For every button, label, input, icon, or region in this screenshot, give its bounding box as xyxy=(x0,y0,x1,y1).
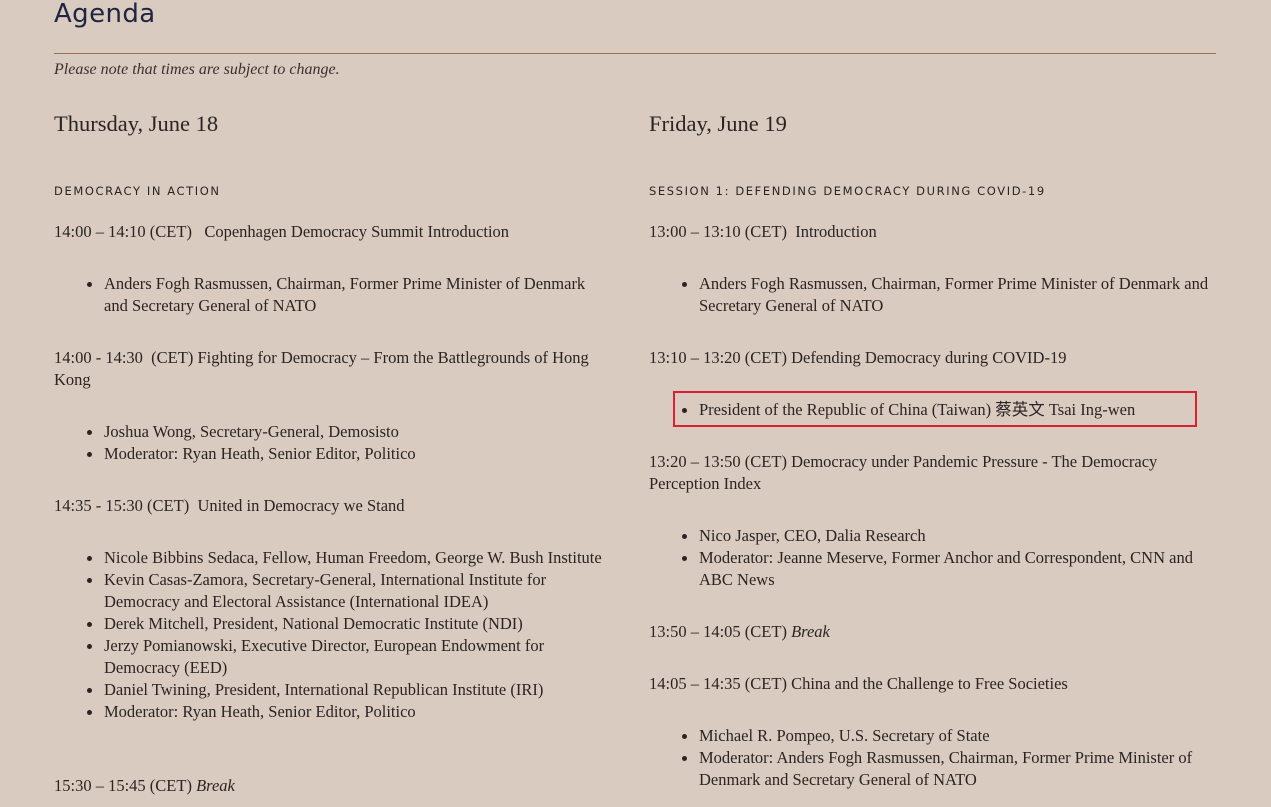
slot-time: 14:00 – 14:10 (CET) xyxy=(54,222,192,241)
slot-time: 13:20 – 13:50 (CET) xyxy=(649,452,787,471)
speaker-item: Joshua Wong, Secretary-General, Demosist… xyxy=(87,421,609,443)
speaker-list: Nico Jasper, CEO, Dalia Research Moderat… xyxy=(682,525,1221,591)
speaker-list: President of the Republic of China (Taiw… xyxy=(682,399,1221,421)
speaker-item: Moderator: Ryan Heath, Senior Editor, Po… xyxy=(87,701,609,723)
speaker-item: Daniel Twining, President, International… xyxy=(87,679,609,701)
slot-heading: 14:00 – 14:10 (CET) Copenhagen Democracy… xyxy=(54,221,609,243)
speaker-list: Joshua Wong, Secretary-General, Demosist… xyxy=(87,421,609,465)
slot-title: Break xyxy=(791,622,830,641)
session-title: SESSION 1: DEFENDING DEMOCRACY DURING CO… xyxy=(649,184,1046,198)
slot-title: Break xyxy=(196,776,235,795)
slot-heading: 13:00 – 13:10 (CET) Introduction xyxy=(649,221,1221,243)
speaker-item: Michael R. Pompeo, U.S. Secretary of Sta… xyxy=(682,725,1221,747)
slot-title: United in Democracy we Stand xyxy=(197,496,405,515)
speaker-item: Derek Mitchell, President, National Demo… xyxy=(87,613,609,635)
speaker-item: Kevin Casas-Zamora, Secretary-General, I… xyxy=(87,569,609,613)
slot-heading: 14:05 – 14:35 (CET) China and the Challe… xyxy=(649,673,1221,695)
agenda-slot: 14:00 – 14:10 (CET) Copenhagen Democracy… xyxy=(54,221,609,315)
agenda-slot: 13:10 – 13:20 (CET) Defending Democracy … xyxy=(649,347,1221,419)
speaker-item: Moderator: Jeanne Meserve, Former Anchor… xyxy=(682,547,1221,591)
slot-time: 13:50 – 14:05 (CET) xyxy=(649,622,787,641)
schedule-note: Please note that times are subject to ch… xyxy=(54,61,340,78)
slot-heading: 13:20 – 13:50 (CET) Democracy under Pand… xyxy=(649,451,1221,495)
speaker-list: Anders Fogh Rasmussen, Chairman, Former … xyxy=(87,273,609,317)
speaker-list: Anders Fogh Rasmussen, Chairman, Former … xyxy=(682,273,1221,317)
slot-heading: 14:00 - 14:30 (CET) Fighting for Democra… xyxy=(54,347,609,391)
slot-title: Introduction xyxy=(795,222,877,241)
page-title: Agenda xyxy=(54,0,156,29)
agenda-slot: 13:20 – 13:50 (CET) Democracy under Pand… xyxy=(649,451,1221,589)
speaker-item: Nico Jasper, CEO, Dalia Research xyxy=(682,525,1221,547)
agenda-slot: 13:00 – 13:10 (CET) Introduction Anders … xyxy=(649,221,1221,315)
slot-time: 13:10 – 13:20 (CET) xyxy=(649,348,787,367)
slot-title: Defending Democracy during COVID-19 xyxy=(791,348,1067,367)
slot-time: 15:30 – 15:45 (CET) xyxy=(54,776,192,795)
slot-title: China and the Challenge to Free Societie… xyxy=(791,674,1068,693)
speaker-item: Anders Fogh Rasmussen, Chairman, Former … xyxy=(87,273,609,317)
day-title: Friday, June 19 xyxy=(649,111,787,136)
speaker-list: Nicole Bibbins Sedaca, Fellow, Human Fre… xyxy=(87,547,609,723)
speaker-item: Moderator: Ryan Heath, Senior Editor, Po… xyxy=(87,443,609,465)
speaker-item: Nicole Bibbins Sedaca, Fellow, Human Fre… xyxy=(87,547,609,569)
slot-time: 14:35 - 15:30 (CET) xyxy=(54,496,190,515)
speaker-item: Moderator: Anders Fogh Rasmussen, Chairm… xyxy=(682,747,1221,791)
slot-time: 14:05 – 14:35 (CET) xyxy=(649,674,787,693)
slot-time: 13:00 – 13:10 (CET) xyxy=(649,222,787,241)
day-title: Thursday, June 18 xyxy=(54,111,219,136)
slot-heading: 13:50 – 14:05 (CET) Break xyxy=(649,621,1221,643)
speaker-item: Anders Fogh Rasmussen, Chairman, Former … xyxy=(682,273,1221,317)
slot-heading: 14:35 - 15:30 (CET) United in Democracy … xyxy=(54,495,609,517)
agenda-slot: 14:05 – 14:35 (CET) China and the Challe… xyxy=(649,673,1221,789)
agenda-slot: 15:30 – 15:45 (CET) Break xyxy=(54,775,609,797)
speaker-item-highlighted: President of the Republic of China (Taiw… xyxy=(682,399,1221,421)
slot-heading: 15:30 – 15:45 (CET) Break xyxy=(54,775,609,797)
title-divider xyxy=(54,53,1216,54)
slot-heading: 13:10 – 13:20 (CET) Defending Democracy … xyxy=(649,347,1221,369)
agenda-slot: 14:35 - 15:30 (CET) United in Democracy … xyxy=(54,495,609,721)
slot-time: 14:00 - 14:30 xyxy=(54,348,143,367)
session-title: DEMOCRACY IN ACTION xyxy=(54,184,221,198)
speaker-list: Michael R. Pompeo, U.S. Secretary of Sta… xyxy=(682,725,1221,791)
agenda-page: Agenda Please note that times are subjec… xyxy=(0,0,1271,807)
agenda-slot: 13:50 – 14:05 (CET) Break xyxy=(649,621,1221,643)
agenda-slot: 14:00 - 14:30 (CET) Fighting for Democra… xyxy=(54,347,609,463)
slot-title: Copenhagen Democracy Summit Introduction xyxy=(204,222,510,241)
speaker-item: Jerzy Pomianowski, Executive Director, E… xyxy=(87,635,609,679)
